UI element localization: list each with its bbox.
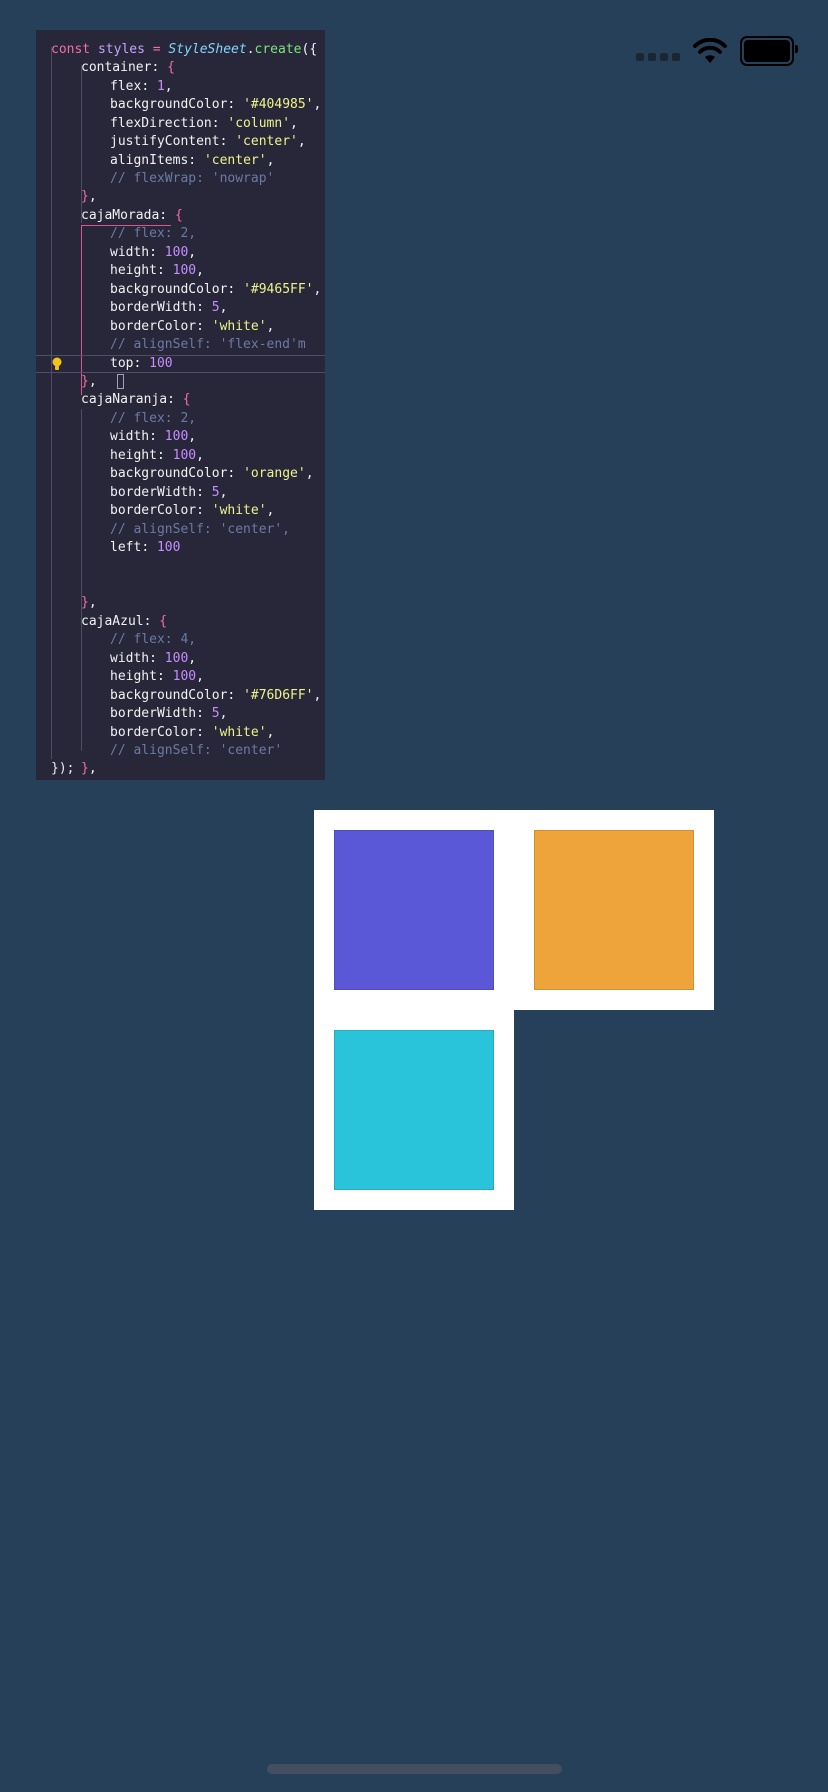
- code-line-close: });: [51, 761, 75, 776]
- caja-morada: [314, 810, 514, 1010]
- status-bar: [636, 36, 798, 66]
- wifi-icon: [693, 38, 727, 63]
- caja-morada-fill: [334, 830, 494, 990]
- caja-naranja-fill: [534, 830, 694, 990]
- home-indicator[interactable]: [267, 1764, 562, 1774]
- code-line: const styles = StyleSheet.create({: [36, 41, 325, 59]
- caja-naranja: [514, 810, 714, 1010]
- code-screenshot: const styles = StyleSheet.create({ conta…: [36, 30, 325, 780]
- battery-icon: [740, 36, 798, 66]
- signal-icon: [636, 53, 680, 61]
- code-line-text: const styles = StyleSheet.create({: [51, 42, 318, 57]
- caja-azul: [314, 1010, 514, 1210]
- caja-azul-fill: [334, 1030, 494, 1190]
